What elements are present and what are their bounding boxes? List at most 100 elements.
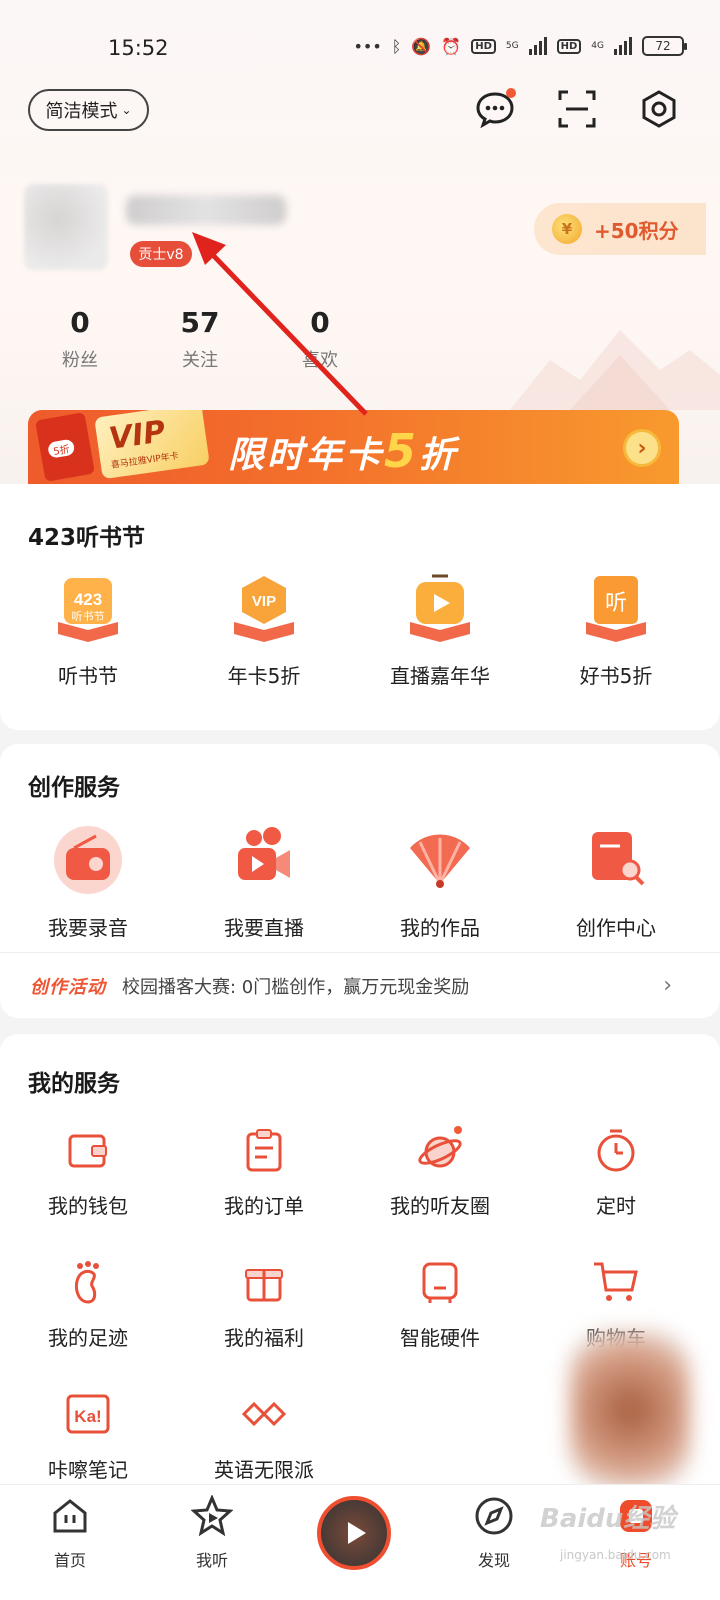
clipboard-icon bbox=[228, 1126, 300, 1174]
bluetooth-icon: ᛒ bbox=[391, 36, 402, 56]
festival-item-label: 听书节 bbox=[58, 664, 118, 688]
wallet-icon bbox=[52, 1126, 124, 1174]
creation-item-record[interactable]: 我要录音 bbox=[0, 824, 176, 941]
stat-label: 关注 bbox=[182, 350, 218, 371]
stat-value: 0 bbox=[70, 306, 90, 339]
service-english[interactable]: 英语无限派 bbox=[176, 1390, 352, 1483]
chevron-right-icon[interactable]: › bbox=[623, 429, 661, 467]
nav-listen[interactable]: 我听 bbox=[162, 1494, 262, 1571]
settings-button[interactable] bbox=[638, 88, 680, 130]
creation-item-center[interactable]: 创作中心 bbox=[528, 824, 704, 941]
points-label: +50积分 bbox=[594, 218, 679, 243]
festival-item-label: 直播嘉年华 bbox=[390, 664, 490, 688]
infinity-icon bbox=[228, 1390, 300, 1438]
service-timer[interactable]: 定时 bbox=[528, 1126, 704, 1219]
service-circle[interactable]: 我的听友圈 bbox=[352, 1126, 528, 1219]
level-badge[interactable]: 贡士v8 bbox=[130, 241, 192, 267]
stat-label: 喜欢 bbox=[302, 350, 338, 371]
service-notes[interactable]: Ka! 咔嚓笔记 bbox=[0, 1390, 176, 1483]
vip-card-graphic: VIP 喜马拉雅VIP年卡 bbox=[94, 410, 210, 480]
banner-title-suffix: 折 bbox=[419, 435, 459, 476]
service-label: 智能硬件 bbox=[400, 1326, 480, 1350]
good-book-icon: 听 bbox=[580, 572, 652, 644]
planet-icon bbox=[404, 1126, 476, 1174]
ka-note-icon: Ka! bbox=[52, 1390, 124, 1438]
creation-item-live[interactable]: 我要直播 bbox=[176, 824, 352, 941]
profile-stats: 0 粉丝 57 关注 0 喜欢 bbox=[20, 306, 380, 372]
service-welfare[interactable]: 我的福利 bbox=[176, 1258, 352, 1351]
service-label: 我的足迹 bbox=[48, 1326, 128, 1350]
creation-card: 创作服务 我要录音 我要直播 我的作品 创作中心 创作活动 校园播客大赛: 0门… bbox=[0, 744, 720, 1018]
service-label: 我的订单 bbox=[224, 1194, 304, 1218]
play-icon bbox=[348, 1522, 366, 1544]
timer-icon bbox=[580, 1126, 652, 1174]
creation-item-label: 我要录音 bbox=[48, 916, 128, 940]
watermark-sub: jingyan.baidu.com bbox=[560, 1548, 671, 1562]
vip-card-icon: VIP bbox=[228, 572, 300, 644]
header-actions bbox=[474, 88, 680, 130]
festival-item[interactable]: 423 听书节 听书节 bbox=[0, 572, 176, 689]
avatar[interactable] bbox=[24, 184, 108, 270]
vip-promo-banner[interactable]: 5折 VIP 喜马拉雅VIP年卡 限时年卡5折 › bbox=[28, 410, 679, 484]
creation-activity-row[interactable]: 创作活动 校园播客大赛: 0门槛创作，赢万元现金奖励 › bbox=[0, 952, 720, 1018]
stat-label: 粉丝 bbox=[62, 350, 98, 371]
hd-icon-2: HD bbox=[556, 38, 582, 54]
stat-following[interactable]: 57 关注 bbox=[140, 306, 260, 372]
simple-mode-button[interactable]: 简洁模式 ⌄ bbox=[28, 89, 149, 131]
discount-card-graphic: 5折 bbox=[34, 412, 96, 482]
network-type-4g: 4G bbox=[591, 41, 604, 51]
nav-home[interactable]: 首页 bbox=[20, 1495, 120, 1571]
creation-title: 创作服务 bbox=[28, 775, 120, 801]
mini-player-button[interactable] bbox=[317, 1496, 391, 1570]
device-icon bbox=[404, 1258, 476, 1306]
festival-title: 423听书节 bbox=[28, 525, 146, 551]
mountain-decoration bbox=[510, 330, 720, 410]
compass-icon bbox=[475, 1497, 513, 1535]
festival-item[interactable]: 直播嘉年华 bbox=[352, 572, 528, 689]
service-footprint[interactable]: 我的足迹 bbox=[0, 1258, 176, 1351]
status-bar: 15:52 ••• ᛒ 🔕 ⏰ HD 5G HD 4G 72 bbox=[0, 0, 720, 90]
festival-item-label: 年卡5折 bbox=[227, 664, 301, 688]
nav-discover[interactable]: 发现 bbox=[444, 1495, 544, 1571]
points-button[interactable]: +50积分 bbox=[534, 203, 706, 255]
stat-likes[interactable]: 0 喜欢 bbox=[260, 306, 380, 372]
gift-icon bbox=[228, 1258, 300, 1306]
nav-label: 首页 bbox=[53, 1551, 86, 1570]
signal-icon bbox=[528, 37, 547, 55]
svg-text:423: 423 bbox=[74, 590, 102, 609]
signal-icon-2 bbox=[614, 37, 632, 55]
floating-widget-blurred[interactable] bbox=[570, 1330, 690, 1490]
stat-fans[interactable]: 0 粉丝 bbox=[20, 306, 140, 372]
service-label: 英语无限派 bbox=[214, 1458, 314, 1482]
username-blurred[interactable] bbox=[126, 195, 286, 225]
stat-value: 57 bbox=[180, 306, 220, 339]
service-wallet[interactable]: 我的钱包 bbox=[0, 1126, 176, 1219]
svg-text:听: 听 bbox=[605, 591, 627, 616]
service-orders[interactable]: 我的订单 bbox=[176, 1126, 352, 1219]
activity-tag: 创作活动 bbox=[30, 976, 106, 998]
svg-text:听书节: 听书节 bbox=[72, 610, 105, 623]
unread-dot bbox=[506, 88, 516, 98]
service-label: 定时 bbox=[596, 1194, 636, 1218]
star-play-icon bbox=[190, 1494, 234, 1537]
footprint-icon bbox=[52, 1258, 124, 1306]
creation-item-works[interactable]: 我的作品 bbox=[352, 824, 528, 941]
fan-icon bbox=[404, 824, 476, 896]
festival-item[interactable]: VIP 年卡5折 bbox=[176, 572, 352, 689]
service-label: 咔嚓笔记 bbox=[48, 1458, 128, 1482]
svg-text:Ka!: Ka! bbox=[74, 1407, 101, 1426]
festival-item[interactable]: 听 好书5折 bbox=[528, 572, 704, 689]
gear-icon bbox=[642, 90, 676, 128]
service-label: 我的福利 bbox=[224, 1326, 304, 1350]
service-hardware[interactable]: 智能硬件 bbox=[352, 1258, 528, 1351]
live-carnival-icon bbox=[404, 572, 476, 644]
message-button[interactable] bbox=[474, 88, 516, 130]
alarm-icon: ⏰ bbox=[441, 36, 462, 56]
service-label: 我的听友圈 bbox=[390, 1194, 490, 1218]
banner-title: 限时年卡5折 bbox=[228, 424, 458, 478]
chevron-down-icon: ⌄ bbox=[121, 103, 132, 117]
scan-button[interactable] bbox=[556, 88, 598, 130]
radio-icon bbox=[52, 824, 124, 896]
nav-label: 我听 bbox=[195, 1551, 228, 1570]
stat-value: 0 bbox=[310, 306, 330, 339]
